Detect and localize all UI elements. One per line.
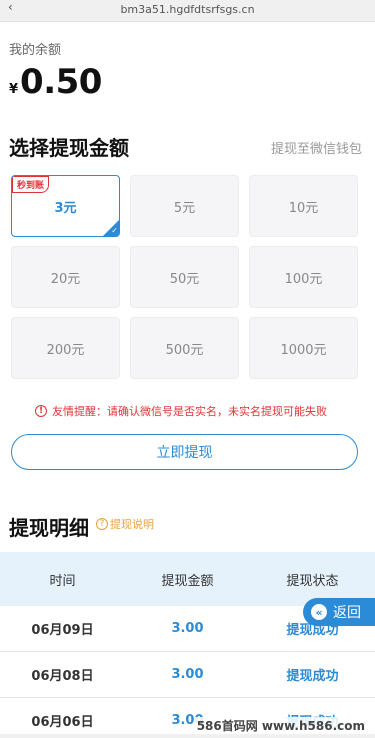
return-arrow-icon: «: [311, 604, 327, 620]
header-amount: 提现金额: [161, 573, 214, 589]
row-time: 06月09日: [31, 623, 94, 638]
withdraw-now-button[interactable]: 立即提现: [11, 434, 358, 470]
amount-option-label: 1000元: [280, 342, 327, 358]
row-amount: 3.00: [171, 667, 204, 682]
amount-option-label: 500元: [165, 342, 204, 358]
amount-option-label: 50元: [169, 271, 200, 287]
withdraw-page: ‹ bm3a51.hgdfdtsrfsgs.cn 我的余额 ¥ 0.50 选择提…: [0, 0, 375, 738]
amount-option-10[interactable]: 10元: [249, 175, 358, 237]
header-status: 提现状态: [286, 573, 339, 589]
site-watermark: 586首码网 www.h586.com: [194, 717, 367, 734]
amount-option-label: 200元: [46, 342, 85, 358]
amount-option-grid: 秒到账 3元 ✓ 5元 10元 20元 50元 100元 200元 500元 1…: [11, 175, 358, 379]
instant-arrival-badge: 秒到账: [12, 176, 50, 193]
withdraw-detail-title: 提现明细: [9, 516, 89, 540]
row-status: 提现成功: [286, 669, 339, 684]
amount-option-5[interactable]: 5元: [130, 175, 239, 237]
realname-warning: ! 友情提醒：请确认微信号是否实名，未实名提现可能失败: [35, 403, 327, 419]
amount-option-50[interactable]: 50元: [130, 246, 239, 308]
header-time: 时间: [49, 573, 76, 589]
warning-text: 友情提醒：请确认微信号是否实名，未实名提现可能失败: [52, 405, 327, 418]
select-amount-title: 选择提现金额: [9, 136, 129, 160]
warning-icon: !: [35, 405, 47, 417]
amount-option-3[interactable]: 秒到账 3元 ✓: [11, 175, 120, 237]
check-icon: ✓: [111, 226, 118, 235]
balance-amount: 0.50: [20, 62, 102, 102]
return-label: 返回: [333, 605, 361, 621]
withdraw-help-link[interactable]: ? 提现说明: [96, 516, 154, 532]
row-time: 06月08日: [31, 669, 94, 684]
currency-symbol: ¥: [9, 82, 19, 97]
url-text[interactable]: bm3a51.hgdfdtsrfsgs.cn: [0, 3, 375, 16]
withdraw-records-table: 时间 提现金额 提现状态 06月09日 3.00 提现成功 06月08日 3.0…: [0, 552, 375, 738]
withdraw-target-label: 提现至微信钱包: [270, 142, 362, 157]
balance-label: 我的余额: [9, 43, 62, 58]
amount-option-label: 3元: [54, 200, 77, 216]
amount-option-1000[interactable]: 1000元: [249, 317, 358, 379]
browser-url-bar[interactable]: ‹ bm3a51.hgdfdtsrfsgs.cn: [0, 0, 375, 22]
amount-option-200[interactable]: 200元: [11, 317, 120, 379]
amount-option-20[interactable]: 20元: [11, 246, 120, 308]
row-time: 06月06日: [31, 715, 94, 730]
balance-display: ¥ 0.50: [9, 62, 102, 102]
amount-option-label: 100元: [284, 271, 323, 287]
amount-option-label: 10元: [288, 200, 319, 216]
bottom-strip: [0, 734, 375, 738]
amount-option-500[interactable]: 500元: [130, 317, 239, 379]
amount-option-label: 5元: [173, 200, 196, 216]
amount-option-100[interactable]: 100元: [249, 246, 358, 308]
return-floating-button[interactable]: « 返回: [303, 598, 375, 626]
amount-option-label: 20元: [50, 271, 81, 287]
row-amount: 3.00: [171, 621, 204, 636]
question-icon: ?: [96, 518, 108, 530]
table-row: 06月08日 3.00 提现成功: [0, 652, 375, 698]
help-link-text: 提现说明: [110, 518, 154, 531]
